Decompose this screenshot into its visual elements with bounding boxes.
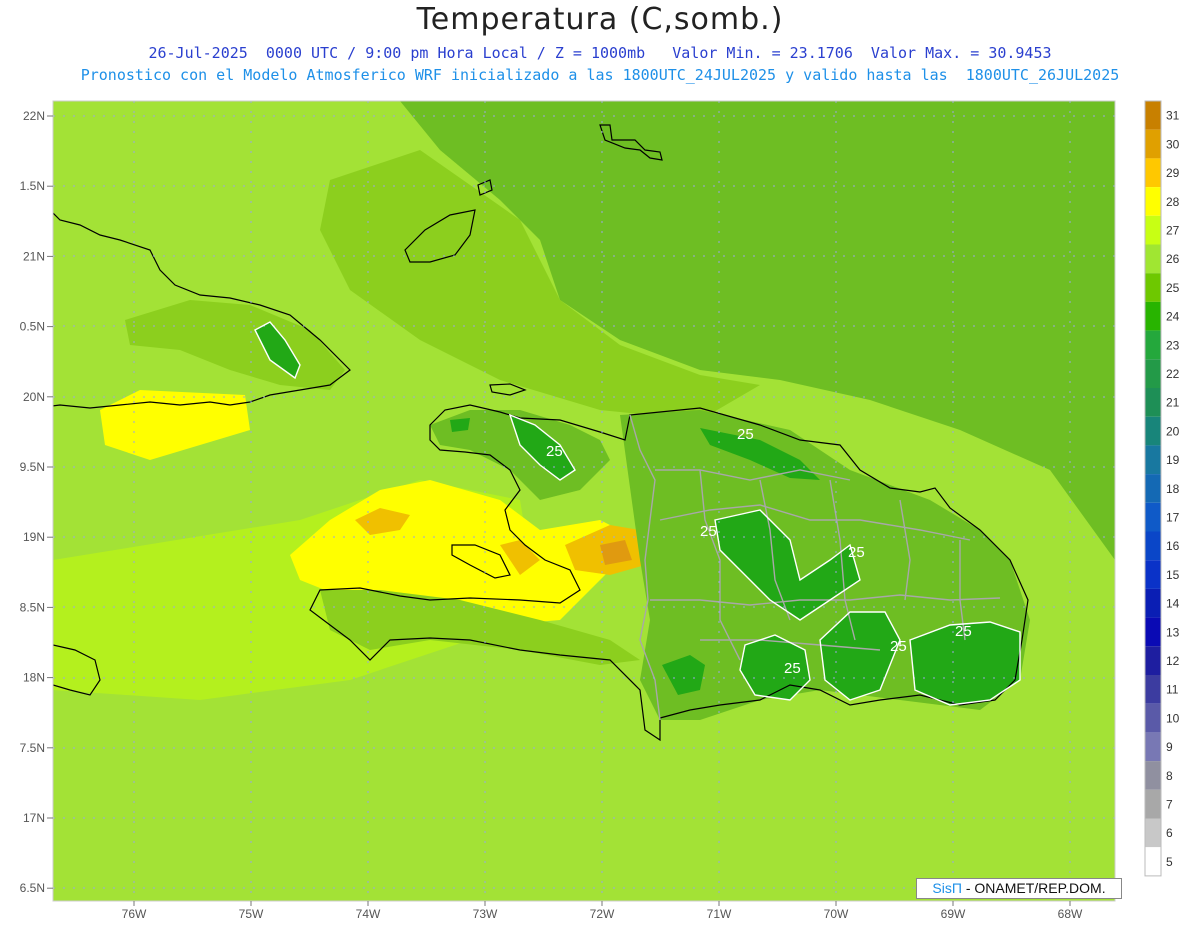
colorbar-swatch xyxy=(1145,502,1161,532)
contour-label: 25 xyxy=(737,426,754,443)
colorbar-swatch xyxy=(1145,617,1161,647)
colorbar-swatch xyxy=(1145,588,1161,618)
colorbar-label: 22 xyxy=(1166,367,1180,381)
longitude-label: 68W xyxy=(1058,907,1083,921)
colorbar-swatch xyxy=(1145,761,1161,790)
latitude-label: 21N xyxy=(23,249,45,263)
latitude-label: 17N xyxy=(23,811,45,825)
longitude-label: 73W xyxy=(473,907,498,921)
colorbar-label: 10 xyxy=(1166,711,1180,725)
longitude-label: 70W xyxy=(824,907,849,921)
colorbar-label: 30 xyxy=(1166,137,1180,151)
latitude-label: 22N xyxy=(23,109,45,123)
latitude-label: 19N xyxy=(23,530,45,544)
colorbar-label: 15 xyxy=(1166,568,1180,582)
colorbar-swatch xyxy=(1145,675,1161,704)
contour-label: 25 xyxy=(546,443,563,460)
colorbar-label: 20 xyxy=(1166,424,1180,438)
colorbar-swatch xyxy=(1145,531,1161,561)
longitude-label: 75W xyxy=(239,907,264,921)
colorbar-label: 27 xyxy=(1166,224,1180,238)
longitude-label: 76W xyxy=(122,907,147,921)
colorbar-label: 16 xyxy=(1166,539,1180,553)
latitude-label: 20N xyxy=(23,390,45,404)
longitude-axis: 76W 75W 74W 73W 72W 71W 70W 69W 68W xyxy=(122,901,1083,921)
latitude-label: 6.5N xyxy=(20,881,45,895)
colorbar-swatch xyxy=(1145,388,1161,417)
temperature-map: 25 25 25 25 25 25 25 25 22N 1.5N 21N 0.5N 20… xyxy=(20,100,1180,921)
colorbar-swatch xyxy=(1145,359,1161,388)
latitude-axis: 22N 1.5N 21N 0.5N 20N 9.5N 19N 8.5N 18N 7.5N 17N 6.… xyxy=(20,109,53,895)
colorbar-swatch xyxy=(1145,560,1161,589)
colorbar-swatch xyxy=(1145,416,1161,446)
colorbar-swatch xyxy=(1145,273,1161,302)
contour-label: 25 xyxy=(848,544,865,561)
contour-label: 25 xyxy=(700,523,717,540)
colorbar-label: 28 xyxy=(1166,195,1180,209)
colorbar-swatch xyxy=(1145,330,1161,360)
colorbar-swatch xyxy=(1145,818,1161,848)
colorbar-label: 7 xyxy=(1166,798,1173,812)
colorbar-label: 19 xyxy=(1166,453,1180,467)
colorbar-swatch xyxy=(1145,789,1161,819)
colorbar-label: 11 xyxy=(1166,683,1179,697)
colorbar-swatch xyxy=(1145,244,1161,274)
colorbar-label: 21 xyxy=(1166,396,1180,410)
colorbar-label: 12 xyxy=(1166,654,1180,668)
cool-patch-haiti-northwest xyxy=(450,418,470,432)
colorbar-label: 29 xyxy=(1166,166,1180,180)
colorbar-swatch xyxy=(1145,646,1161,675)
colorbar-label: 26 xyxy=(1166,252,1180,266)
colorbar-label: 8 xyxy=(1166,769,1173,783)
colorbar-label: 23 xyxy=(1166,338,1180,352)
colorbar-label: 13 xyxy=(1166,625,1180,639)
colorbar-label: 25 xyxy=(1166,281,1180,295)
colorbar-label: 6 xyxy=(1166,826,1173,840)
colorbar-swatch xyxy=(1145,847,1161,876)
longitude-label: 71W xyxy=(707,907,732,921)
colorbar-swatch xyxy=(1145,158,1161,188)
contour-label: 25 xyxy=(784,660,801,677)
longitude-label: 72W xyxy=(590,907,615,921)
contour-label: 25 xyxy=(955,623,972,640)
colorbar: 31 30 29 28 27 26 25 24 23 22 21 20 19 18 17 16 15 14 13 12… xyxy=(1144,100,1180,877)
latitude-label: 0.5N xyxy=(20,320,45,334)
colorbar-swatch xyxy=(1145,703,1161,733)
credit-box: SisΠ - ONAMET/REP.DOM. xyxy=(916,878,1122,899)
colorbar-swatch xyxy=(1145,732,1161,762)
contour-label: 25 xyxy=(890,638,907,655)
colorbar-label: 31 xyxy=(1166,109,1180,123)
colorbar-swatch xyxy=(1145,215,1161,245)
latitude-label: 18N xyxy=(23,671,45,685)
longitude-label: 69W xyxy=(941,907,966,921)
latitude-label: 8.5N xyxy=(20,600,45,614)
latitude-label: 1.5N xyxy=(20,179,45,193)
colorbar-swatch xyxy=(1145,129,1161,159)
latitude-label: 7.5N xyxy=(20,741,45,755)
colorbar-label: 17 xyxy=(1166,511,1180,525)
colorbar-swatch xyxy=(1145,474,1161,503)
colorbar-label: 14 xyxy=(1166,597,1180,611)
credit-text: - ONAMET/REP.DOM. xyxy=(961,880,1106,896)
colorbar-label: 5 xyxy=(1166,855,1173,869)
colorbar-swatch xyxy=(1145,101,1161,130)
colorbar-label: 9 xyxy=(1166,740,1173,754)
longitude-label: 74W xyxy=(356,907,381,921)
colorbar-swatch xyxy=(1145,445,1161,475)
colorbar-label: 24 xyxy=(1166,310,1180,324)
colorbar-swatch xyxy=(1145,301,1161,331)
sispi-logo: SisΠ xyxy=(932,880,962,896)
latitude-label: 9.5N xyxy=(20,460,45,474)
colorbar-swatch xyxy=(1145,187,1161,216)
colorbar-label: 18 xyxy=(1166,482,1180,496)
